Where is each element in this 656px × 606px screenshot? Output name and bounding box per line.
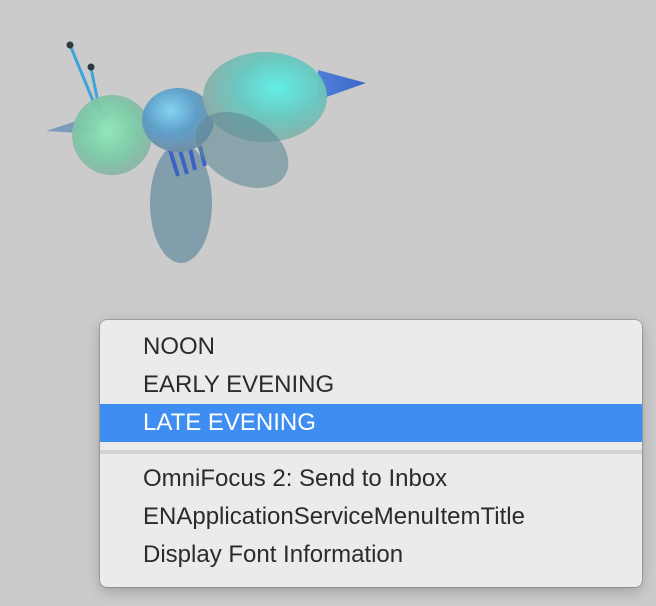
bee-icon (46, 41, 366, 263)
desktop-background: NOON EARLY EVENING LATE EVENING OmniFocu… (0, 0, 656, 606)
menu-item-omnifocus-send-to-inbox[interactable]: OmniFocus 2: Send to Inbox (100, 460, 642, 498)
menu-item-late-evening[interactable]: LATE EVENING (100, 404, 642, 442)
menu-item-display-font-information[interactable]: Display Font Information (100, 536, 642, 574)
menu-separator (100, 450, 642, 454)
menu-item-noon[interactable]: NOON (100, 328, 642, 366)
menu-item-early-evening[interactable]: EARLY EVENING (100, 366, 642, 404)
menu-item-en-application-service[interactable]: ENApplicationServiceMenuItemTitle (100, 498, 642, 536)
context-menu: NOON EARLY EVENING LATE EVENING OmniFocu… (100, 320, 642, 587)
bee-head (72, 95, 152, 175)
